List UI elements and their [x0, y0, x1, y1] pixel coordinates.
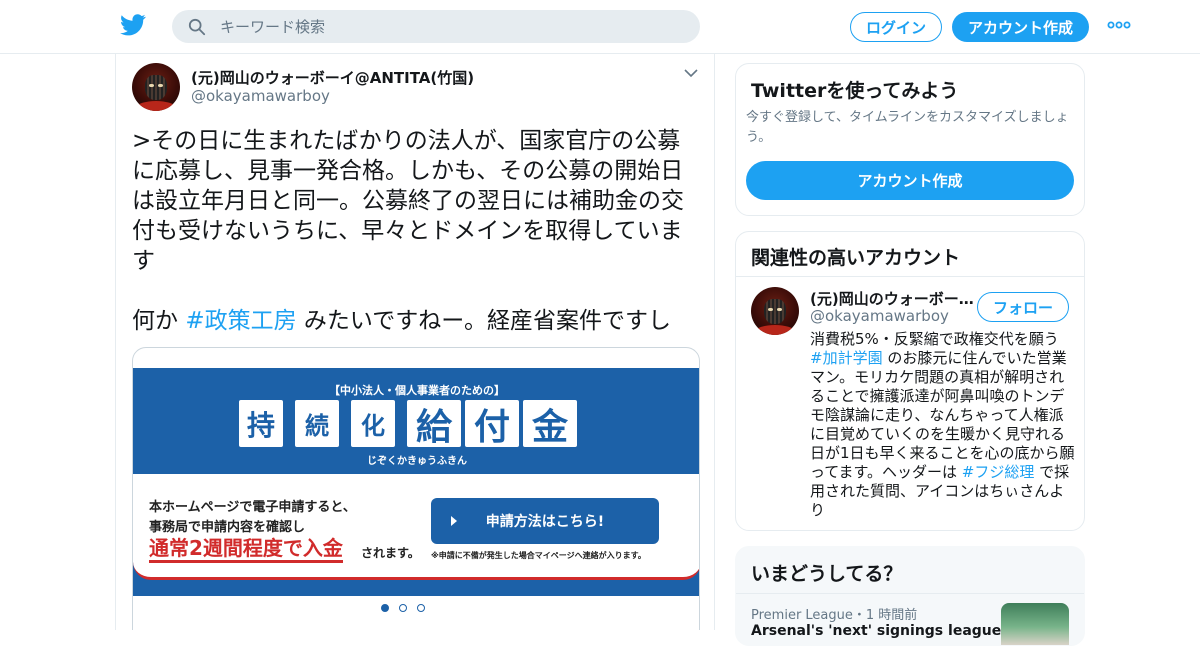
chevron-down-icon[interactable] — [684, 68, 698, 78]
card-note: ※申請に不備が発生した場合マイページへ連絡が入ります。 — [431, 551, 646, 560]
card-title-char: 金 — [523, 400, 577, 448]
signup-promo-button[interactable]: アカウント作成 — [746, 161, 1074, 200]
bio-text: 消費税5%・反緊縮で政権交代を願う — [810, 330, 1059, 348]
tweet-image-card[interactable]: 【中小法人・個人事業者のための】 持 続 化 給 付 金 じぞくかきゅうふきん … — [132, 347, 700, 630]
card-subtitle: 【中小法人・個人事業者のための】 — [329, 384, 505, 397]
twitter-bird-icon[interactable] — [120, 14, 146, 36]
bio-text: のお膝元に住んでいた営業マン。モリカケ問題の真相が解明されることで擁護派達が阿鼻… — [810, 349, 1075, 481]
carousel-dot-active[interactable] — [381, 604, 389, 612]
whats-happening-title: いまどうしてる？ — [751, 563, 903, 585]
tweet-text-post: みたいですねー。経産省案件ですし — [296, 308, 671, 334]
signup-promo-box: Twitterを使ってみよう 今すぐ登録して、タイムラインをカスタマイズしましょ… — [735, 63, 1085, 216]
trend-meta: Premier League・1 時間前 — [751, 608, 918, 623]
tweet-text-main: >その日に生まれたばかりの法人が、国家官庁の公募に応募し、見事一発合格。しかも、… — [132, 128, 684, 274]
related-account-bio: 消費税5%・反緊縮で政権交代を願う #加計学園 のお膝元に住んでいた営業マン。モ… — [810, 330, 1075, 520]
signup-promo-title: Twitterを使ってみよう — [751, 80, 959, 102]
card-title-char: 続 — [295, 400, 339, 447]
trend-headline[interactable]: Arsenal's 'next' signings league — [751, 623, 1001, 639]
card-title-char: 持 — [239, 400, 283, 447]
card-title-char: 付 — [465, 400, 519, 448]
carousel-dots — [381, 604, 425, 612]
related-account-handle[interactable]: @okayamawarboy — [810, 307, 949, 325]
related-accounts-box: 関連性の高いアカウント (元)岡山のウォーボーイ@ANTITA(竹国) @oka… — [735, 231, 1085, 531]
carousel-dot[interactable] — [399, 604, 407, 612]
tweet-author-handle[interactable]: @okayamawarboy — [191, 87, 330, 105]
card-title-char: 給 — [407, 400, 461, 448]
tweet-hashtag-link[interactable]: #政策工房 — [185, 308, 296, 334]
signup-button[interactable]: アカウント作成 — [952, 12, 1089, 42]
divider — [736, 276, 1084, 277]
tweet-column: (元)岡山のウォーボーイ@ANTITA(竹国) @okayamawarboy >… — [115, 54, 715, 630]
follow-button[interactable]: フォロー — [977, 292, 1069, 322]
tweet-text-pre: 何か — [132, 308, 186, 334]
play-triangle-icon — [451, 516, 457, 526]
card-title-char: 化 — [351, 400, 395, 447]
trend-thumbnail[interactable] — [1001, 603, 1069, 645]
login-button[interactable]: ログイン — [850, 12, 942, 42]
more-dots-icon[interactable] — [1107, 18, 1131, 32]
signup-promo-description: 今すぐ登録して、タイムラインをカスタマイズしましょう。 — [746, 110, 1069, 145]
search-icon — [188, 18, 206, 35]
divider — [736, 593, 1084, 594]
card-title-ruby: じぞくかきゅうふきん — [367, 456, 467, 467]
card-line-1: 本ホームページで電子申請すると、 — [149, 500, 356, 515]
card-apply-label: 申請方法はこちら! — [485, 514, 605, 530]
search-bar[interactable] — [172, 10, 700, 43]
bio-hashtag-link[interactable]: #フジ総理 — [962, 463, 1035, 481]
author-avatar[interactable] — [132, 63, 180, 111]
related-accounts-title: 関連性の高いアカウント — [751, 247, 961, 269]
top-navigation-bar: ログイン アカウント作成 — [0, 0, 1200, 54]
card-bottom-band — [133, 580, 699, 596]
bio-hashtag-link[interactable]: #加計学園 — [810, 349, 883, 367]
search-input[interactable] — [220, 17, 660, 36]
related-account-avatar[interactable] — [751, 287, 799, 335]
tweet-text: >その日に生まれたばかりの法人が、国家官庁の公募に応募し、見事一発合格。しかも、… — [132, 126, 702, 336]
card-highlight-text: 通常2週間程度で入金 — [149, 536, 343, 563]
tweet-author-name[interactable]: (元)岡山のウォーボーイ@ANTITA(竹国) — [191, 67, 474, 88]
related-account-name[interactable]: (元)岡山のウォーボーイ@ANTITA(竹国) — [810, 288, 975, 309]
card-line-2: 事務局で申請内容を確認し — [149, 520, 306, 535]
carousel-dot[interactable] — [417, 604, 425, 612]
card-apply-button[interactable]: 申請方法はこちら! — [431, 498, 659, 544]
card-highlight-suffix: されます。 — [361, 546, 420, 560]
whats-happening-box: いまどうしてる？ Premier League・1 時間前 Arsenal's … — [735, 546, 1085, 646]
